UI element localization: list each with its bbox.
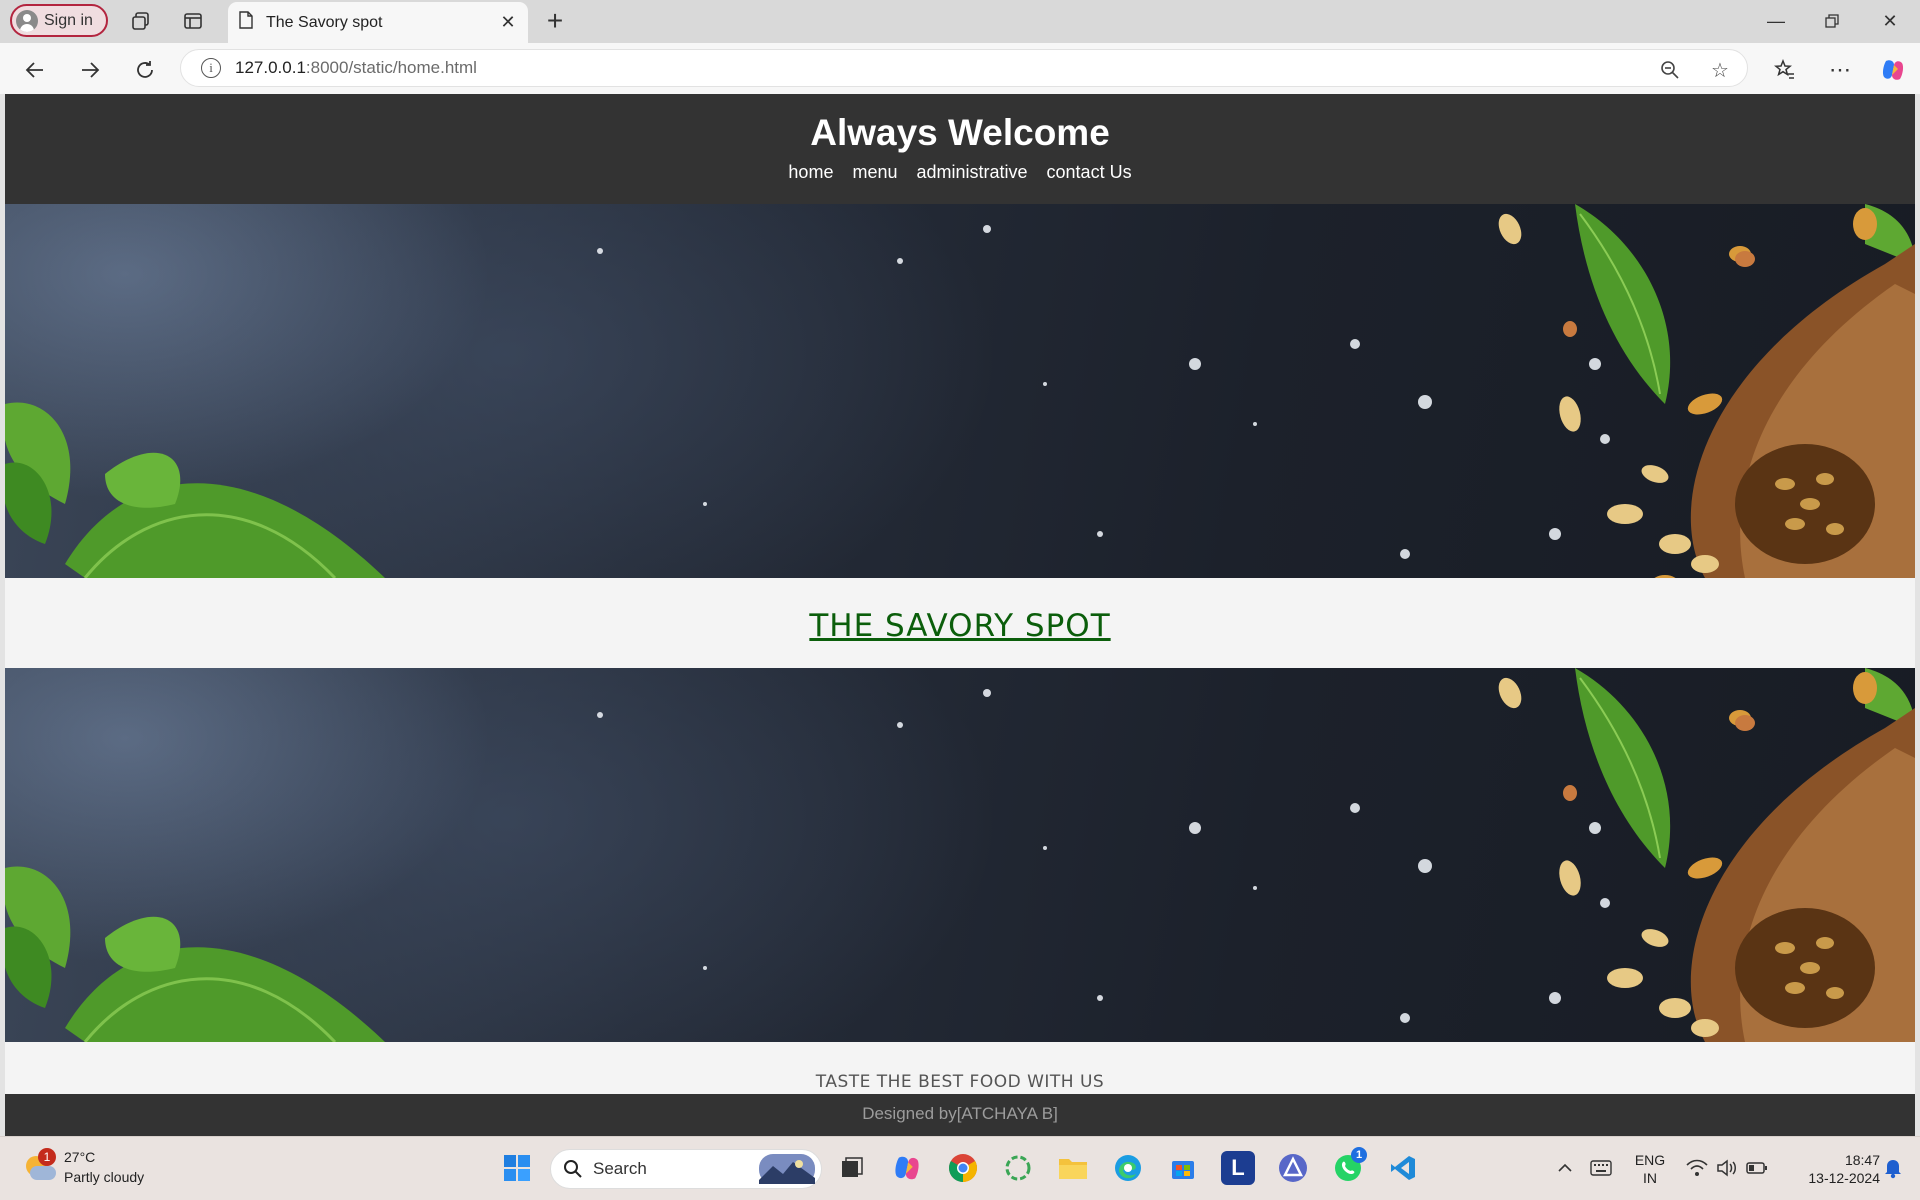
brand-link[interactable]: THE SAVORY SPOT: [809, 608, 1110, 644]
site-nav: home menu administrative contact Us: [5, 162, 1915, 183]
lang-bottom: IN: [1643, 1170, 1657, 1186]
wifi-icon[interactable]: [1680, 1151, 1714, 1185]
copilot-taskbar-icon[interactable]: [890, 1151, 924, 1185]
language-indicator[interactable]: ENG IN: [1630, 1151, 1670, 1187]
whatsapp-badge: 1: [1351, 1147, 1367, 1163]
partly-cloudy-icon: 1: [22, 1148, 56, 1182]
address-bar-row: i 127.0.0.1:8000/static/home.html ☆ ⋯: [0, 43, 1920, 94]
search-icon: [564, 1160, 582, 1178]
vertical-tabs-icon[interactable]: [180, 8, 206, 34]
site-footer: Designed by[ATCHAYA B]: [5, 1094, 1915, 1136]
new-tab-icon[interactable]: +: [540, 5, 570, 36]
close-window-icon[interactable]: ✕: [1870, 6, 1910, 36]
keyboard-icon[interactable]: [1584, 1151, 1618, 1185]
clock-time: 18:47: [1844, 1152, 1880, 1168]
weather-widget[interactable]: 1 27°C Partly cloudy: [22, 1147, 144, 1187]
site-header: Always Welcome home menu administrative …: [5, 94, 1915, 204]
tab-title: The Savory spot: [266, 13, 383, 31]
battery-icon[interactable]: [1740, 1151, 1774, 1185]
forward-arrow-icon[interactable]: [75, 55, 105, 85]
clock-date: 13-12-2024: [1808, 1170, 1880, 1186]
site-info-icon[interactable]: i: [201, 58, 221, 78]
hero-banner-image: [5, 204, 1915, 578]
windows-taskbar: 1 27°C Partly cloudy Search L 1 ENG IN 1…: [0, 1136, 1920, 1200]
sign-in-label: Sign in: [44, 11, 93, 29]
workspaces-icon[interactable]: [128, 8, 154, 34]
close-tab-icon[interactable]: ✕: [496, 10, 520, 34]
profile-avatar-icon: [16, 9, 38, 32]
footer-credit: Designed by[ATCHAYA B]: [862, 1104, 1058, 1123]
more-options-icon[interactable]: ⋯: [1825, 55, 1855, 85]
minimize-icon[interactable]: —: [1756, 6, 1796, 36]
triangle-app-icon[interactable]: [1276, 1151, 1310, 1185]
copilot-icon[interactable]: [1878, 55, 1908, 85]
weather-badge: 1: [38, 1148, 56, 1166]
microsoft-store-icon[interactable]: [1166, 1151, 1200, 1185]
favorites-icon[interactable]: [1770, 55, 1800, 85]
nav-link-home[interactable]: home: [788, 162, 833, 183]
vscode-icon[interactable]: [1386, 1151, 1420, 1185]
task-view-icon[interactable]: [835, 1151, 869, 1185]
sign-in-button[interactable]: Sign in: [10, 4, 108, 37]
hero-banner-image-secondary: [5, 668, 1915, 1042]
tray-overflow-icon[interactable]: [1548, 1151, 1582, 1185]
page-title: Always Welcome: [810, 112, 1110, 153]
search-highlight-icon: [759, 1154, 815, 1184]
clock[interactable]: 18:47 13-12-2024: [1780, 1151, 1880, 1187]
favorite-star-icon[interactable]: ☆: [1707, 57, 1733, 83]
chrome-icon[interactable]: [946, 1151, 980, 1185]
notification-bell-icon[interactable]: [1876, 1151, 1910, 1185]
tagline: TASTE THE BEST FOOD WITH US: [815, 1072, 1105, 1092]
active-tab[interactable]: The Savory spot ✕: [228, 2, 528, 43]
page-icon: [238, 11, 254, 34]
weather-desc: Partly cloudy: [64, 1169, 145, 1185]
url-field[interactable]: i 127.0.0.1:8000/static/home.html ☆: [180, 49, 1748, 87]
brand-heading: THE SAVORY SPOT: [5, 608, 1915, 644]
zoom-out-icon[interactable]: [1657, 57, 1683, 83]
nav-link-administrative[interactable]: administrative: [916, 162, 1027, 183]
restore-icon[interactable]: [1812, 6, 1852, 36]
refresh-icon[interactable]: [130, 55, 160, 85]
windows-start-icon[interactable]: [500, 1151, 534, 1185]
nav-link-menu[interactable]: menu: [852, 162, 897, 183]
brand-band: THE SAVORY SPOT: [5, 578, 1915, 668]
refresh-app-icon[interactable]: [1001, 1151, 1035, 1185]
whatsapp-icon[interactable]: 1: [1331, 1147, 1367, 1185]
volume-icon[interactable]: [1710, 1151, 1744, 1185]
file-explorer-icon[interactable]: [1056, 1151, 1090, 1185]
back-arrow-icon[interactable]: [20, 55, 50, 85]
page-viewport: Always Welcome home menu administrative …: [5, 94, 1915, 1136]
browser-tab-bar: Sign in The Savory spot ✕ + — ✕: [0, 0, 1920, 43]
weather-temp: 27°C: [64, 1149, 96, 1165]
lang-top: ENG: [1634, 1152, 1666, 1168]
url-host: 127.0.0.1: [235, 58, 306, 77]
edge-browser-icon[interactable]: [1111, 1151, 1145, 1185]
url-path: :8000/static/home.html: [305, 58, 477, 77]
window-right-edge: [1915, 94, 1920, 1136]
l-app-icon[interactable]: L: [1221, 1151, 1255, 1185]
nav-link-contact-us[interactable]: contact Us: [1047, 162, 1132, 183]
taskbar-search-label: Search: [593, 1159, 647, 1178]
taskbar-search-box[interactable]: Search: [550, 1149, 822, 1189]
